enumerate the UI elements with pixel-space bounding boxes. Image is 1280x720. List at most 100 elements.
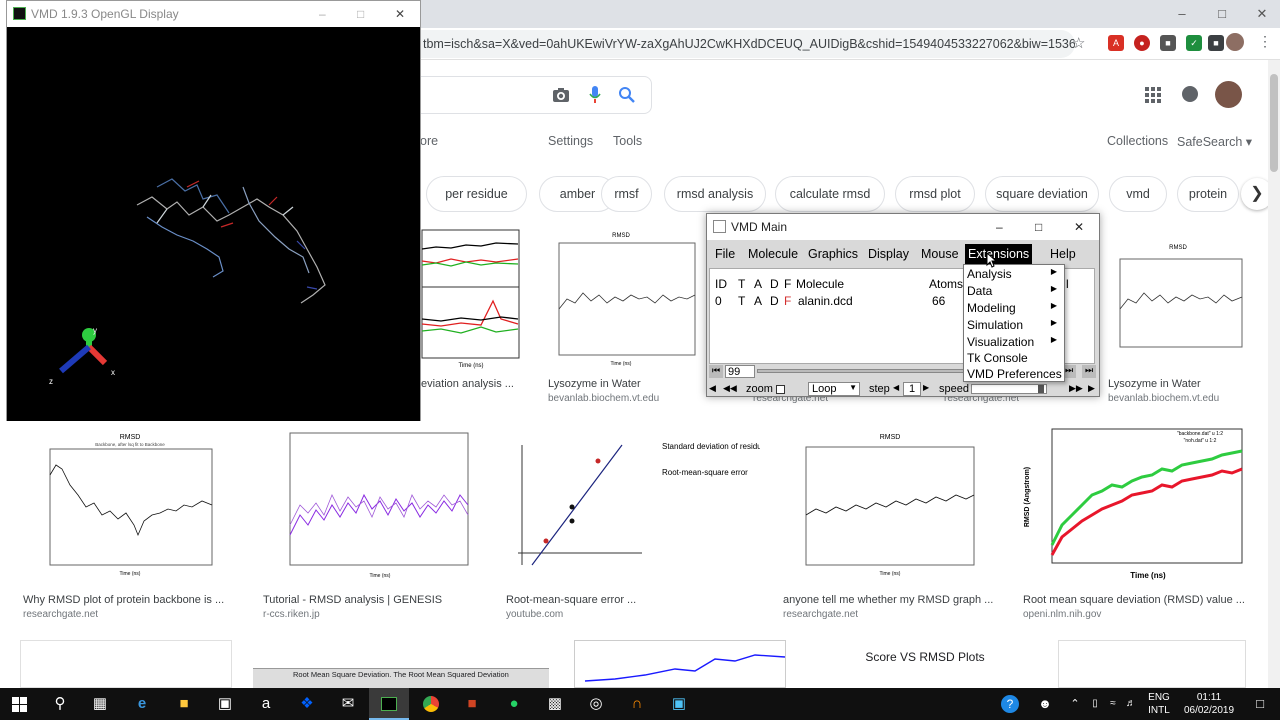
nav-safesearch[interactable]: SafeSearch ▾: [1177, 134, 1252, 149]
chip-calculate-rmsd[interactable]: calculate rmsd: [775, 176, 885, 212]
menu-mouse[interactable]: Mouse: [918, 244, 962, 264]
row-a[interactable]: A: [754, 294, 762, 308]
result-image-15[interactable]: [1058, 640, 1246, 688]
file-explorer-icon[interactable]: ■: [164, 688, 204, 720]
chip-rmsd-plot[interactable]: rmsd plot: [895, 176, 975, 212]
edge-icon[interactable]: e: [122, 688, 162, 720]
menu-item-analysis[interactable]: Analysis ▶: [967, 267, 1063, 281]
microphone-icon[interactable]: [588, 85, 602, 105]
rewind-start-icon[interactable]: ⏮: [709, 365, 723, 378]
speed-slider[interactable]: [971, 384, 1047, 394]
circle-app-icon[interactable]: ◎: [576, 688, 616, 720]
result-image-13[interactable]: [574, 640, 786, 688]
result-caption-5[interactable]: Lysozyme in Water: [1108, 378, 1201, 390]
maximize-icon[interactable]: □: [1035, 214, 1042, 240]
result-caption-1[interactable]: eviation analysis ...: [421, 378, 514, 390]
input-language-indicator[interactable]: ENG INTL: [1143, 691, 1175, 720]
vmd-main-titlebar[interactable]: VMD Main – □ ✕: [707, 214, 1099, 240]
apps-grid-icon[interactable]: [1145, 87, 1161, 103]
row-f[interactable]: F: [784, 294, 791, 308]
store-icon[interactable]: ▣: [205, 688, 245, 720]
search-icon[interactable]: ⚲: [40, 688, 80, 720]
search-input[interactable]: [420, 76, 652, 114]
chrome-icon[interactable]: [411, 688, 451, 720]
vmd-opengl-titlebar[interactable]: VMD 1.9.3 OpenGL Display – □ ✕: [7, 1, 420, 27]
loop-select[interactable]: Loop ▼: [808, 382, 860, 396]
clock[interactable]: 01:11 06/02/2019: [1176, 691, 1242, 720]
row-id[interactable]: 0: [715, 294, 722, 308]
search-icon[interactable]: [618, 86, 636, 104]
menu-item-vmd-preferences[interactable]: VMD Preferences: [967, 367, 1062, 381]
menu-help[interactable]: Help: [1047, 244, 1079, 264]
menu-extensions[interactable]: Extensions: [965, 244, 1033, 264]
result-image-10[interactable]: "backbone.dat" u 1:2 "noh.dat" u 1:2 Tim…: [1020, 425, 1246, 585]
play-reverse-icon[interactable]: ◀: [709, 383, 716, 394]
chip-vmd[interactable]: vmd: [1109, 176, 1167, 212]
mail-icon[interactable]: ✉: [328, 688, 368, 720]
minimize-icon[interactable]: –: [996, 214, 1003, 240]
profile-avatar[interactable]: [1226, 33, 1244, 51]
menu-file[interactable]: File: [712, 244, 738, 264]
row-d[interactable]: D: [770, 294, 779, 308]
battery-icon[interactable]: ▯: [1088, 688, 1102, 720]
nav-settings[interactable]: Settings: [548, 134, 593, 148]
result-image-14[interactable]: Score VS RMSD Plots: [812, 640, 1038, 688]
row-t[interactable]: T: [738, 294, 745, 308]
step-decrease-icon[interactable]: ◀: [893, 383, 899, 392]
action-center-icon[interactable]: □: [1250, 688, 1270, 720]
chip-per-residue[interactable]: per residue: [426, 176, 527, 212]
menu-item-data[interactable]: Data ▶: [967, 284, 1063, 298]
extension-red-icon[interactable]: ●: [1134, 35, 1150, 51]
result-caption-2[interactable]: Lysozyme in Water: [548, 378, 641, 390]
vmd-taskbar-icon[interactable]: [369, 688, 409, 720]
step-increase-icon[interactable]: ▶: [923, 383, 929, 392]
extension-gray-icon[interactable]: ■: [1160, 35, 1176, 51]
nav-tools[interactable]: Tools: [613, 134, 642, 148]
maximize-icon[interactable]: □: [1212, 4, 1232, 24]
result-image-9[interactable]: RMSD Time (ns): [780, 425, 1000, 585]
step-back-icon[interactable]: ◀◀: [723, 383, 737, 394]
result-caption-6[interactable]: Why RMSD plot of protein backbone is ...: [23, 594, 224, 606]
step-forward-icon[interactable]: ▶▶: [1069, 383, 1083, 394]
account-avatar[interactable]: [1215, 81, 1242, 108]
row-molecule[interactable]: alanin.dcd: [798, 294, 853, 308]
whatsapp-icon[interactable]: ●: [494, 688, 534, 720]
frame-input[interactable]: 99: [725, 365, 755, 378]
help-icon[interactable]: ?: [1001, 695, 1019, 713]
menu-item-visualization[interactable]: Visualization ▶: [967, 335, 1063, 349]
skip-end-icon[interactable]: ⏭: [1082, 365, 1096, 378]
people-icon[interactable]: ☻: [1036, 688, 1054, 720]
close-icon[interactable]: ✕: [1074, 214, 1084, 240]
extension-green-icon[interactable]: ✓: [1186, 35, 1202, 51]
zoom-checkbox[interactable]: [776, 385, 785, 394]
windows-start-icon[interactable]: [12, 697, 27, 712]
maximize-icon[interactable]: □: [357, 1, 364, 27]
nav-more[interactable]: ore: [420, 134, 438, 148]
step-input[interactable]: 1: [903, 382, 921, 396]
menu-item-simulation[interactable]: Simulation ▶: [967, 318, 1063, 332]
volume-icon[interactable]: ♬: [1124, 688, 1138, 720]
camera-icon[interactable]: [552, 86, 570, 104]
minimize-icon[interactable]: –: [319, 1, 326, 27]
minimize-icon[interactable]: –: [1172, 4, 1192, 24]
chip-square-deviation[interactable]: square deviation: [985, 176, 1099, 212]
monitor-app-icon[interactable]: ▣: [659, 688, 699, 720]
task-view-icon[interactable]: ▦: [80, 688, 120, 720]
chip-rmsf[interactable]: rmsf: [601, 176, 652, 212]
close-icon[interactable]: ✕: [1252, 4, 1272, 24]
bookmark-star-icon[interactable]: ☆: [1072, 34, 1085, 52]
menu-graphics[interactable]: Graphics: [805, 244, 861, 264]
chip-rmsd-analysis[interactable]: rmsd analysis: [664, 176, 766, 212]
result-caption-8[interactable]: Root-mean-square error ...: [506, 594, 636, 606]
vmd-3d-canvas[interactable]: y x z: [7, 27, 420, 421]
row-atoms[interactable]: 66: [932, 294, 945, 308]
result-image-2[interactable]: RMSD Time (ns): [545, 229, 697, 369]
speed-slider-thumb[interactable]: [1038, 385, 1044, 393]
nav-collections[interactable]: Collections: [1107, 134, 1168, 148]
address-bar[interactable]: tbm=isch&sa=X&ved=0ahUKEwiVrYW-zaXgAhUJ2…: [420, 30, 1075, 58]
result-image-11[interactable]: [20, 640, 232, 688]
headset-app-icon[interactable]: ∩: [617, 688, 657, 720]
play-forward-icon[interactable]: ▶: [1088, 383, 1095, 394]
result-caption-9[interactable]: anyone tell me whether my RMSD graph ...: [783, 594, 993, 606]
result-image-5[interactable]: RMSD: [1102, 229, 1247, 369]
